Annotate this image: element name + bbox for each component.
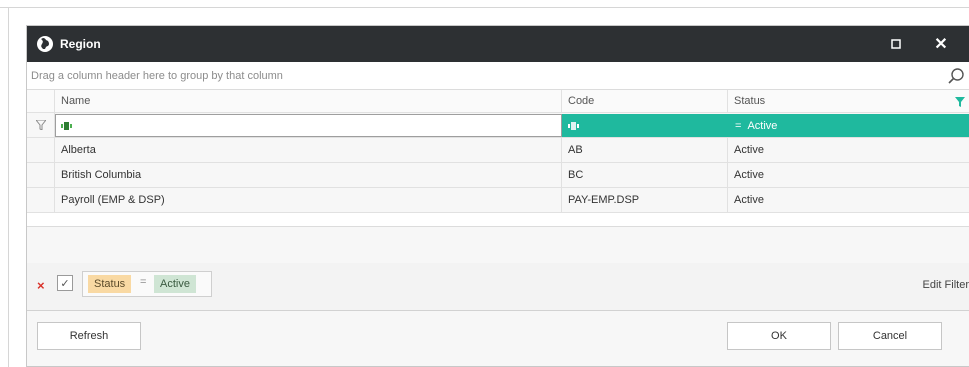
filter-field-token[interactable]: Status	[88, 275, 132, 293]
maximize-button[interactable]	[876, 26, 916, 62]
enable-filter-checkbox[interactable]: ✓	[57, 275, 73, 291]
cell-name[interactable]: Payroll (EMP & DSP)	[55, 188, 562, 212]
like-operator-icon	[61, 122, 72, 130]
column-filter-icon[interactable]	[955, 97, 965, 107]
row-indicator	[27, 138, 55, 162]
close-icon: ✕	[934, 36, 948, 53]
grid-empty-space	[27, 213, 969, 227]
code-filter-input[interactable]	[562, 114, 728, 137]
edit-filter-link[interactable]: Edit Filter	[923, 279, 969, 291]
cell-status[interactable]: Active	[728, 188, 969, 212]
auto-filter-indicator	[27, 113, 55, 137]
cell-status[interactable]: Active	[728, 138, 969, 162]
cell-name[interactable]: British Columbia	[55, 163, 562, 187]
background-frame-left	[8, 8, 9, 367]
table-row[interactable]: Alberta AB Active	[27, 138, 969, 163]
region-dialog: Region ✕ Drag a column header here to gr…	[26, 25, 969, 367]
row-indicator	[27, 163, 55, 187]
close-button[interactable]: ✕	[921, 26, 961, 62]
cancel-button[interactable]: Cancel	[838, 322, 942, 350]
status-filter-input[interactable]: = Active	[728, 114, 969, 137]
name-filter-input[interactable]	[55, 114, 562, 137]
filter-expression[interactable]: Status = Active	[82, 271, 212, 297]
check-icon: ✓	[60, 277, 70, 290]
clear-filter-icon[interactable]: ×	[37, 278, 45, 293]
like-operator-icon	[568, 122, 579, 130]
background-frame-top	[0, 0, 969, 8]
filter-operator-token[interactable]: =	[140, 276, 146, 288]
cell-code[interactable]: AB	[562, 138, 728, 162]
header-indicator-cell	[27, 90, 55, 112]
table-row[interactable]: British Columbia BC Active	[27, 163, 969, 188]
status-filter-operator: =	[735, 119, 742, 132]
grid-header-row: Name Code Status	[27, 90, 969, 113]
filter-panel: × ✓ Status = Active Edit Filter	[27, 263, 969, 311]
refresh-button[interactable]: Refresh	[37, 322, 141, 350]
column-header-status-label: Status	[734, 95, 766, 107]
cell-code[interactable]: PAY-EMP.DSP	[562, 188, 728, 212]
cell-code[interactable]: BC	[562, 163, 728, 187]
column-header-name[interactable]: Name	[55, 90, 562, 112]
filter-value-token[interactable]: Active	[154, 275, 196, 293]
filter-icon	[35, 120, 46, 130]
cell-name[interactable]: Alberta	[55, 138, 562, 162]
window-title: Region	[60, 37, 101, 51]
column-header-status[interactable]: Status	[728, 90, 969, 112]
auto-filter-row: = Active	[27, 113, 969, 138]
cell-status[interactable]: Active	[728, 163, 969, 187]
title-bar[interactable]: Region ✕	[27, 26, 969, 62]
ok-button[interactable]: OK	[727, 322, 831, 350]
maximize-icon	[891, 39, 901, 49]
search-icon[interactable]	[947, 67, 965, 85]
group-panel-hint: Drag a column header here to group by th…	[31, 69, 283, 82]
row-indicator	[27, 188, 55, 212]
status-filter-value: Active	[747, 119, 778, 132]
column-header-code[interactable]: Code	[562, 90, 728, 112]
table-row[interactable]: Payroll (EMP & DSP) PAY-EMP.DSP Active	[27, 188, 969, 213]
globe-icon	[37, 36, 53, 52]
group-by-panel[interactable]: Drag a column header here to group by th…	[27, 62, 969, 90]
